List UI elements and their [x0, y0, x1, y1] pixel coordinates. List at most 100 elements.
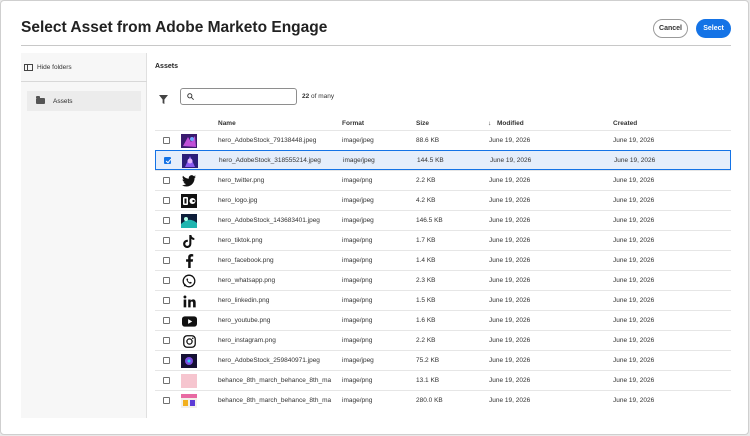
table-row[interactable]: hero_facebook.png image/png 1.4 KB June 19,… [155, 250, 731, 270]
asset-name[interactable]: hero_instagram.png [218, 337, 336, 344]
asset-name[interactable]: hero_youtube.png [218, 317, 336, 324]
search-field[interactable] [180, 88, 297, 105]
asset-created: June 19, 2026 [613, 397, 655, 404]
asset-modified: June 19, 2026 [489, 237, 531, 244]
asset-name[interactable]: behance_8th_march_behance_8th_ma [218, 397, 336, 404]
column-header-name[interactable]: Name [218, 120, 236, 127]
asset-created: June 19, 2026 [613, 337, 655, 344]
asset-name[interactable]: hero_AdobeStock_79138448.jpeg [218, 137, 336, 144]
filter-icon[interactable] [159, 95, 168, 104]
table-row[interactable]: hero_logo.jpg image/jpeg 4.2 KB June 19, 20… [155, 190, 731, 210]
asset-name[interactable]: hero_linkedin.png [218, 297, 336, 304]
table-row[interactable]: hero_AdobeStock_143683401.jpeg image/jpeg… [155, 210, 731, 230]
asset-format: image/jpeg [342, 197, 374, 204]
table-row[interactable]: hero_AdobeStock_79138448.jpeg image/jpeg 8… [155, 130, 731, 150]
search-icon [187, 93, 194, 100]
row-checkbox[interactable] [163, 277, 170, 284]
asset-size: 146.5 KB [416, 217, 443, 224]
asset-created: June 19, 2026 [613, 177, 655, 184]
asset-name[interactable]: hero_AdobeStock_259840971.jpeg [218, 357, 336, 364]
asset-name[interactable]: hero_twitter.png [218, 177, 336, 184]
asset-modified: June 19, 2026 [489, 337, 531, 344]
sort-descending-icon[interactable]: ↓ [488, 120, 491, 127]
table-row[interactable]: hero_AdobeStock_318555214.jpeg image/jpeg… [155, 150, 731, 170]
column-header-size[interactable]: Size [416, 120, 429, 127]
table-body: hero_AdobeStock_79138448.jpeg image/jpeg 8… [155, 130, 731, 410]
asset-format: image/png [342, 377, 373, 384]
assets-table: Name Format Size ↓ Modified Created hero… [155, 116, 731, 410]
row-checkbox[interactable] [163, 197, 170, 204]
asset-modified: June 19, 2026 [489, 277, 531, 284]
table-row[interactable]: hero_instagram.png image/png 2.2 KB June 19… [155, 330, 731, 350]
sidebar-item-assets[interactable]: Assets [27, 91, 141, 111]
stock-photo-teal [181, 214, 197, 228]
row-checkbox[interactable] [163, 217, 170, 224]
hide-folders-label: Hide folders [37, 64, 72, 71]
asset-format: image/png [342, 337, 373, 344]
column-header-format[interactable]: Format [342, 120, 364, 127]
asset-format: image/jpeg [342, 357, 374, 364]
row-checkbox[interactable] [163, 377, 170, 384]
panel-toggle-icon [24, 64, 33, 71]
table-row[interactable]: hero_twitter.png image/png 2.2 KB June 19, … [155, 170, 731, 190]
hide-folders-button[interactable]: Hide folders [24, 64, 72, 71]
table-header: Name Format Size ↓ Modified Created [155, 116, 731, 130]
asset-name[interactable]: hero_AdobeStock_318555214.jpeg [219, 157, 337, 164]
header-divider [21, 45, 731, 46]
table-row[interactable]: hero_youtube.png image/png 1.6 KB June 19, … [155, 310, 731, 330]
table-row[interactable]: behance_8th_march_behance_8th_ma image/pn… [155, 370, 731, 390]
table-row[interactable]: hero_tiktok.png image/png 1.7 KB June 19, 2… [155, 230, 731, 250]
table-row[interactable]: hero_AdobeStock_259840971.jpeg image/jpeg… [155, 350, 731, 370]
row-checkbox[interactable] [163, 337, 170, 344]
asset-modified: June 19, 2026 [489, 217, 531, 224]
folder-sidebar: Hide folders Assets [21, 53, 147, 418]
select-button[interactable]: Select [696, 19, 731, 38]
poster-thumbnail [181, 394, 197, 408]
asset-modified: June 19, 2026 [489, 397, 531, 404]
row-checkbox[interactable] [163, 317, 170, 324]
row-checkbox[interactable] [163, 257, 170, 264]
table-row[interactable]: behance_8th_march_behance_8th_ma image/pn… [155, 390, 731, 410]
asset-name[interactable]: hero_tiktok.png [218, 237, 336, 244]
asset-created: June 19, 2026 [613, 197, 655, 204]
row-checkbox[interactable] [163, 397, 170, 404]
twitter-icon [181, 174, 197, 188]
asset-modified: June 19, 2026 [489, 377, 531, 384]
instagram-icon [181, 334, 197, 348]
folder-label: Assets [53, 97, 73, 105]
row-checkbox[interactable] [163, 177, 170, 184]
column-header-created[interactable]: Created [613, 120, 637, 127]
asset-name[interactable]: behance_8th_march_behance_8th_ma [218, 377, 336, 384]
asset-size: 75.2 KB [416, 357, 440, 364]
folder-icon [36, 96, 45, 104]
row-checkbox[interactable] [163, 297, 170, 304]
search-input[interactable] [199, 90, 294, 103]
asset-format: image/png [342, 237, 373, 244]
asset-name[interactable]: hero_whatsapp.png [218, 277, 336, 284]
asset-name[interactable]: hero_logo.jpg [218, 197, 336, 204]
row-checkbox[interactable] [163, 357, 170, 364]
asset-format: image/png [342, 397, 373, 404]
dialog-title: Select Asset from Adobe Marketo Engage [21, 19, 328, 36]
facebook-icon [181, 254, 197, 268]
column-header-modified[interactable]: Modified [497, 120, 524, 127]
row-checkbox[interactable] [163, 237, 170, 244]
linkedin-icon [181, 294, 197, 308]
asset-created: June 19, 2026 [613, 317, 655, 324]
table-row[interactable]: hero_linkedin.png image/png 1.5 KB June 19,… [155, 290, 731, 310]
row-checkbox[interactable] [163, 137, 170, 144]
table-row[interactable]: hero_whatsapp.png image/png 2.3 KB June 19,… [155, 270, 731, 290]
cancel-button[interactable]: Cancel [653, 19, 688, 38]
asset-size: 13.1 KB [416, 377, 440, 384]
asset-name[interactable]: hero_AdobeStock_143683401.jpeg [218, 217, 336, 224]
sidebar-divider [21, 81, 147, 82]
asset-name[interactable]: hero_facebook.png [218, 257, 336, 264]
asset-created: June 19, 2026 [613, 377, 655, 384]
tiktok-icon [181, 234, 197, 248]
row-checkbox[interactable] [164, 157, 171, 164]
asset-format: image/png [342, 317, 373, 324]
stock-photo-dark [181, 354, 197, 368]
asset-size: 144.5 KB [417, 157, 444, 164]
asset-size: 1.7 KB [416, 237, 436, 244]
section-title: Assets [155, 63, 178, 70]
